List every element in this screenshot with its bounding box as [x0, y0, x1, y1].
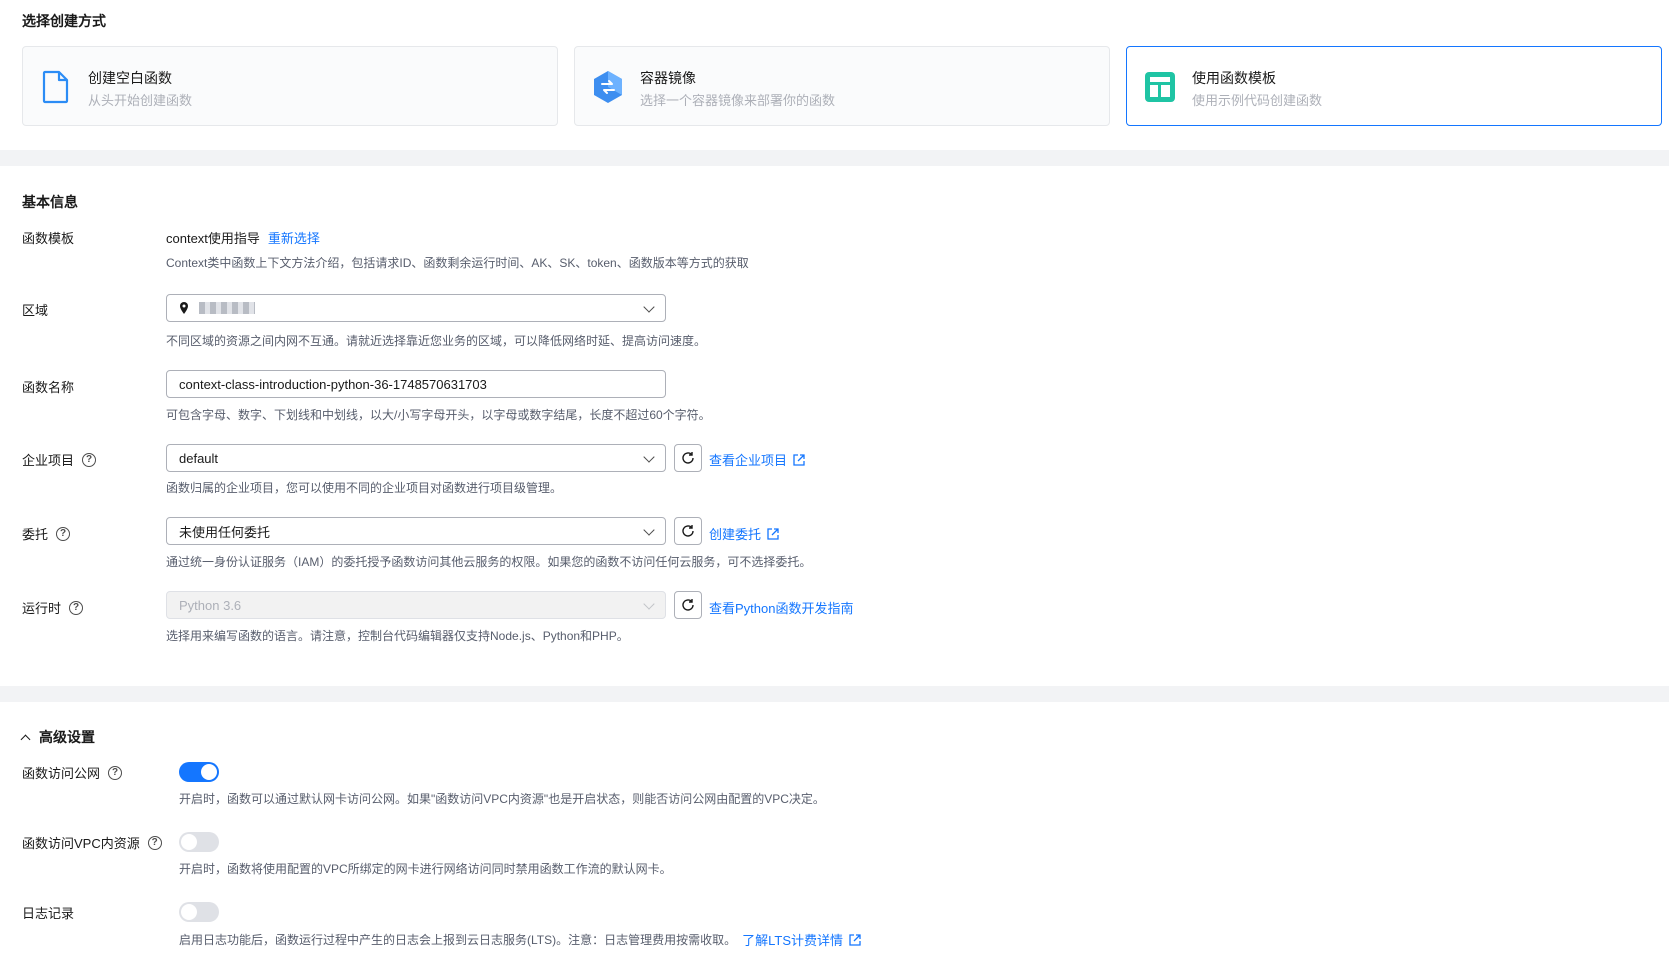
card-desc: 选择一个容器镜像来部署你的函数 [640, 93, 836, 108]
container-image-icon [591, 69, 625, 105]
external-link-icon [849, 933, 861, 946]
function-name-input[interactable]: context-class-introduction-python-36-174… [166, 370, 666, 398]
view-project-link[interactable]: 查看企业项目 [709, 450, 805, 469]
external-link-icon [767, 527, 779, 540]
vpc-access-label: 函数访问VPC内资源? [22, 833, 162, 852]
agency-hint: 通过统一身份认证服务（IAM）的委托授予函数访问其他云服务的权限。如果您的函数不… [166, 555, 812, 569]
log-record-label: 日志记录 [22, 906, 75, 921]
refresh-icon [682, 599, 694, 611]
chevron-down-icon [643, 451, 655, 463]
card-desc: 使用示例代码创建函数 [1192, 93, 1323, 108]
log-record-hint: 启用日志功能后，函数运行过程中产生的日志会上报到云日志服务(LTS)。注意：日志… [179, 930, 861, 949]
location-pin-icon [180, 302, 188, 314]
help-icon[interactable]: ? [147, 835, 162, 850]
enterprise-project-select[interactable]: default [166, 444, 666, 472]
region-value-blurred [199, 302, 255, 314]
refresh-icon [682, 452, 694, 464]
refresh-icon [682, 525, 694, 537]
chevron-up-icon [20, 734, 31, 744]
log-record-switch[interactable] [179, 902, 219, 922]
help-icon[interactable]: ? [56, 526, 71, 541]
template-icon [1143, 69, 1177, 105]
help-icon[interactable]: ? [108, 765, 123, 780]
chevron-down-icon [643, 301, 655, 313]
card-title: 创建空白函数 [88, 70, 172, 86]
create-agency-link[interactable]: 创建委托 [709, 524, 779, 543]
basic-info-panel: 基本信息 函数模板 context使用指导 重新选择 Context类中函数上下… [0, 166, 1669, 686]
region-select[interactable] [166, 294, 666, 322]
chevron-down-icon [643, 524, 655, 536]
template-hint: Context类中函数上下文方法介绍，包括请求ID、函数剩余运行时间、AK、SK… [166, 256, 749, 270]
basic-info-title: 基本信息 [22, 194, 78, 210]
advanced-settings-toggle[interactable]: 高级设置 [20, 727, 95, 747]
external-link-icon [793, 453, 805, 466]
public-network-hint: 开启时，函数可以通过默认网卡访问公网。如果"函数访问VPC内资源"也是开启状态，… [179, 792, 825, 806]
card-blank-function[interactable]: 创建空白函数 从头开始创建函数 [22, 46, 558, 126]
agency-select[interactable]: 未使用任何委托 [166, 517, 666, 545]
public-network-switch[interactable] [179, 762, 219, 782]
template-name: context使用指导 [166, 231, 260, 246]
agency-label: 委托? [22, 524, 71, 543]
template-label: 函数模板 [22, 231, 75, 246]
lts-billing-link[interactable]: 了解LTS计费详情 [742, 930, 861, 949]
region-hint: 不同区域的资源之间内网不互通。请就近选择靠近您业务的区域，可以降低网络时延、提高… [166, 334, 707, 348]
card-title: 使用函数模板 [1192, 70, 1276, 86]
help-icon[interactable]: ? [82, 452, 97, 467]
region-label: 区域 [22, 303, 49, 318]
chevron-down-icon [643, 598, 655, 610]
help-icon[interactable]: ? [69, 600, 84, 615]
runtime-select: Python 3.6 [166, 591, 666, 619]
public-network-label: 函数访问公网? [22, 763, 123, 782]
refresh-project-button[interactable] [674, 444, 702, 472]
refresh-agency-button[interactable] [674, 517, 702, 545]
template-value-row: context使用指导 重新选择 [166, 228, 320, 247]
function-name-label: 函数名称 [22, 380, 75, 395]
reselect-link[interactable]: 重新选择 [268, 228, 320, 247]
blank-file-icon [39, 69, 73, 105]
python-guide-link[interactable]: 查看Python函数开发指南 [709, 598, 853, 617]
vpc-access-hint: 开启时，函数将使用配置的VPC所绑定的网卡进行网络访问同时禁用函数工作流的默认网… [179, 862, 672, 876]
runtime-label: 运行时? [22, 598, 84, 617]
refresh-runtime-button[interactable] [674, 591, 702, 619]
creation-method-title: 选择创建方式 [22, 13, 106, 29]
advanced-settings-panel: 高级设置 函数访问公网? 开启时，函数可以通过默认网卡访问公网。如果"函数访问V… [0, 702, 1669, 962]
vpc-access-switch[interactable] [179, 832, 219, 852]
runtime-hint: 选择用来编写函数的语言。请注意，控制台代码编辑器仅支持Node.js、Pytho… [166, 629, 629, 643]
enterprise-project-hint: 函数归属的企业项目，您可以使用不同的企业项目对函数进行项目级管理。 [166, 481, 563, 495]
card-desc: 从头开始创建函数 [88, 93, 193, 108]
creation-method-panel: 选择创建方式 创建空白函数 从头开始创建函数 容器镜像 选择一个容器镜像来部署你… [0, 0, 1669, 150]
function-name-hint: 可包含字母、数字、下划线和中划线，以大/小写字母开头，以字母或数字结尾，长度不超… [166, 408, 711, 422]
card-container-image[interactable]: 容器镜像 选择一个容器镜像来部署你的函数 [574, 46, 1110, 126]
enterprise-project-label: 企业项目? [22, 450, 97, 469]
card-function-template[interactable]: 使用函数模板 使用示例代码创建函数 [1126, 46, 1662, 126]
card-title: 容器镜像 [640, 70, 696, 86]
